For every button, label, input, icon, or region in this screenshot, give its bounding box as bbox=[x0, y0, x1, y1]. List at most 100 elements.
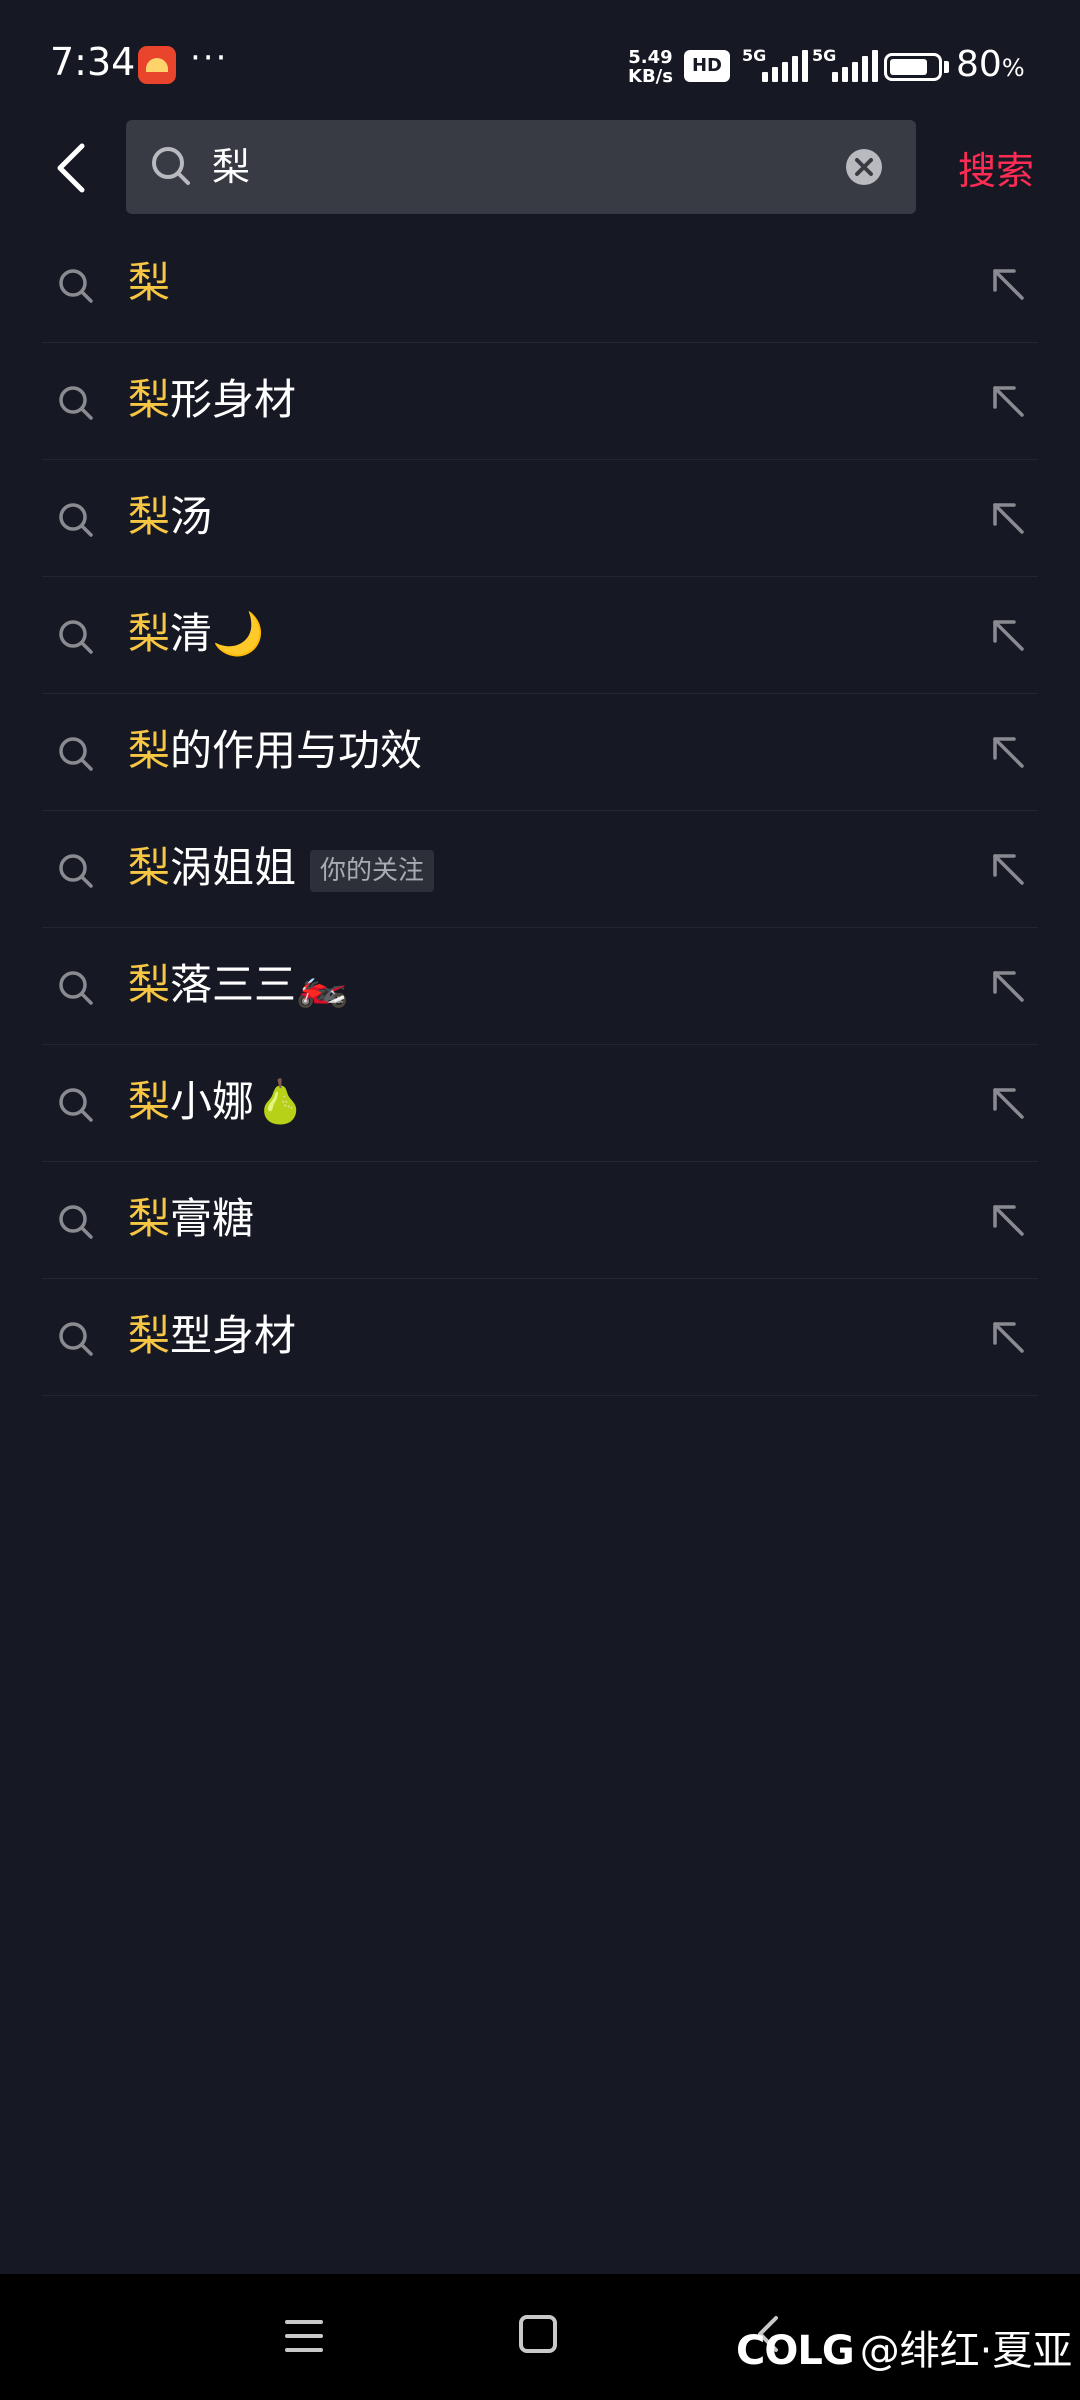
search-header: 搜索 bbox=[0, 120, 1080, 216]
search-icon bbox=[56, 617, 96, 661]
suggestion-highlight: 梨 bbox=[128, 960, 171, 1009]
battery-percentage: 80% bbox=[956, 44, 1025, 85]
list-item[interactable]: 梨的作用与功效 bbox=[42, 694, 1038, 811]
suggestion-rest: 小娜🍐 bbox=[170, 1077, 307, 1126]
arrow-up-left-icon bbox=[993, 737, 1024, 768]
suggestion-text: 梨的作用与功效 bbox=[128, 722, 422, 780]
suggestion-text: 梨落三三🏍️ bbox=[128, 956, 348, 1014]
suggestion-rest: 膏糖 bbox=[170, 1194, 255, 1243]
fill-query-button[interactable] bbox=[988, 615, 1028, 659]
signal-strength-icon: 5G bbox=[742, 46, 808, 82]
suggestion-rest: 的作用与功效 bbox=[170, 726, 423, 775]
clear-icon bbox=[846, 149, 882, 185]
suggestion-rest: 型身材 bbox=[170, 1311, 297, 1360]
suggestion-text: 梨膏糖 bbox=[128, 1190, 254, 1248]
search-icon bbox=[56, 1085, 96, 1129]
suggestion-highlight: 梨 bbox=[128, 1077, 171, 1126]
suggestion-highlight: 梨 bbox=[128, 843, 171, 892]
search-icon bbox=[148, 143, 194, 193]
watermark-text: @绯红·夏亚 bbox=[859, 2328, 1073, 2374]
arrow-up-left-icon bbox=[993, 854, 1024, 885]
app-notification-icon bbox=[138, 46, 176, 84]
status-bar: 7:34 ··· 5.49 KB/s HD 5G 5G 80% bbox=[0, 0, 1080, 120]
list-item[interactable]: 梨 bbox=[42, 226, 1038, 343]
search-icon bbox=[56, 968, 96, 1012]
battery-fill bbox=[890, 59, 927, 75]
suggestion-text: 梨清🌙 bbox=[128, 605, 264, 663]
suggestion-highlight: 梨 bbox=[128, 726, 171, 775]
suggestion-text: 梨汤 bbox=[128, 488, 212, 546]
suggestion-rest: 形身材 bbox=[170, 375, 297, 424]
home-square-icon bbox=[519, 2315, 557, 2353]
back-arrow-icon bbox=[57, 143, 85, 193]
suggestion-rest: 落三三🏍️ bbox=[170, 960, 349, 1009]
list-item[interactable]: 梨涡姐姐 你的关注 bbox=[42, 811, 1038, 928]
suggestion-text: 梨形身材 bbox=[128, 371, 296, 429]
network-speed: 5.49 KB/s bbox=[628, 48, 673, 86]
network-speed-value: 5.49 bbox=[628, 47, 673, 68]
suggestion-text: 梨型身材 bbox=[128, 1307, 296, 1365]
suggestion-text: 梨 bbox=[128, 254, 170, 312]
arrow-up-left-icon bbox=[993, 620, 1024, 651]
fill-query-button[interactable] bbox=[988, 264, 1028, 308]
following-tag: 你的关注 bbox=[310, 849, 435, 892]
fill-query-button[interactable] bbox=[988, 732, 1028, 776]
battery-icon bbox=[884, 53, 942, 81]
suggestion-text: 梨小娜🍐 bbox=[128, 1073, 306, 1131]
list-item[interactable]: 梨清🌙 bbox=[42, 577, 1038, 694]
arrow-up-left-icon bbox=[993, 971, 1024, 1002]
arrow-up-left-icon bbox=[993, 503, 1024, 534]
arrow-up-left-icon bbox=[993, 1205, 1024, 1236]
suggestion-list: 梨 梨形身材 梨汤 梨清🌙 梨的作用与功效 梨涡姐姐 你的关注 梨落三三🏍️ 梨… bbox=[42, 226, 1038, 1396]
search-icon bbox=[56, 734, 96, 778]
suggestion-highlight: 梨 bbox=[128, 258, 171, 307]
arrow-up-left-icon bbox=[993, 269, 1024, 300]
suggestion-highlight: 梨 bbox=[128, 609, 171, 658]
fill-query-button[interactable] bbox=[988, 966, 1028, 1010]
fill-query-button[interactable] bbox=[988, 1083, 1028, 1127]
list-item[interactable]: 梨型身材 bbox=[42, 1279, 1038, 1396]
fill-query-button[interactable] bbox=[988, 849, 1028, 893]
more-notifications-icon: ··· bbox=[190, 38, 229, 78]
back-button[interactable] bbox=[44, 138, 104, 198]
suggestion-highlight: 梨 bbox=[128, 375, 171, 424]
search-icon bbox=[56, 1202, 96, 1246]
search-button[interactable]: 搜索 bbox=[958, 140, 1034, 195]
arrow-up-left-icon bbox=[993, 1322, 1024, 1353]
status-time: 7:34 bbox=[50, 40, 136, 84]
hd-voice-icon: HD bbox=[684, 50, 730, 82]
search-box[interactable] bbox=[126, 120, 916, 214]
search-icon bbox=[56, 851, 96, 895]
home-button[interactable] bbox=[518, 2314, 558, 2360]
fill-query-button[interactable] bbox=[988, 1317, 1028, 1361]
battery-value: 80 bbox=[956, 44, 1002, 85]
battery-tip bbox=[944, 61, 949, 73]
signal-strength-icon-2: 5G bbox=[812, 46, 878, 82]
search-input[interactable] bbox=[212, 120, 812, 214]
suggestion-rest: 涡姐姐 bbox=[170, 843, 297, 892]
arrow-up-left-icon bbox=[993, 1088, 1024, 1119]
list-item[interactable]: 梨汤 bbox=[42, 460, 1038, 577]
fill-query-button[interactable] bbox=[988, 381, 1028, 425]
list-item[interactable]: 梨落三三🏍️ bbox=[42, 928, 1038, 1045]
search-icon bbox=[56, 500, 96, 544]
search-icon bbox=[56, 383, 96, 427]
suggestion-rest: 清🌙 bbox=[170, 609, 265, 658]
watermark-logo: COLG bbox=[736, 2328, 855, 2374]
menu-icon bbox=[285, 2320, 323, 2352]
fill-query-button[interactable] bbox=[988, 1200, 1028, 1244]
suggestion-highlight: 梨 bbox=[128, 492, 171, 541]
suggestion-text: 梨涡姐姐 你的关注 bbox=[128, 839, 435, 897]
suggestion-rest: 汤 bbox=[170, 492, 213, 541]
clear-search-button[interactable] bbox=[844, 147, 884, 187]
arrow-up-left-icon bbox=[993, 386, 1024, 417]
search-icon bbox=[56, 266, 96, 310]
list-item[interactable]: 梨膏糖 bbox=[42, 1162, 1038, 1279]
battery-unit: % bbox=[1001, 54, 1025, 82]
suggestion-highlight: 梨 bbox=[128, 1194, 171, 1243]
recent-apps-button[interactable] bbox=[284, 2316, 324, 2360]
list-item[interactable]: 梨小娜🍐 bbox=[42, 1045, 1038, 1162]
search-icon bbox=[56, 1319, 96, 1363]
list-item[interactable]: 梨形身材 bbox=[42, 343, 1038, 460]
fill-query-button[interactable] bbox=[988, 498, 1028, 542]
